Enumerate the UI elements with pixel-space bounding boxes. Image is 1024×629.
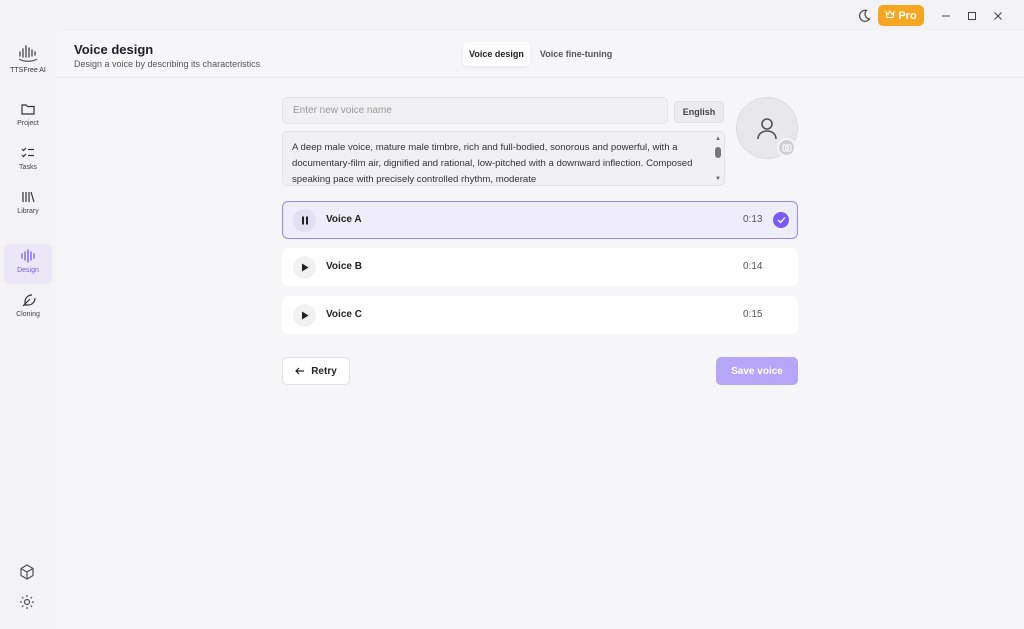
play-button[interactable]: [293, 256, 316, 279]
description-scrollbar[interactable]: ▲ ▼: [713, 133, 723, 185]
arrow-left-icon: [295, 367, 305, 375]
voice-name: Voice C: [326, 309, 362, 320]
pause-button[interactable]: [293, 209, 316, 232]
scroll-down-icon[interactable]: ▼: [714, 175, 722, 183]
page-title: Voice design: [74, 42, 154, 57]
maximize-icon[interactable]: [963, 7, 981, 25]
sidebar-item-label: Tasks: [19, 164, 37, 171]
voice-duration: 0:15: [743, 309, 763, 320]
voice-card-b[interactable]: Voice B 0:14: [282, 248, 798, 286]
sidebar-item-library[interactable]: Library: [4, 185, 52, 225]
scroll-up-icon[interactable]: ▲: [714, 135, 722, 143]
logo-icon: [0, 45, 56, 63]
cube-icon[interactable]: [18, 563, 38, 583]
sidebar-item-tasks[interactable]: Tasks: [4, 141, 52, 181]
sidebar-item-label: Cloning: [16, 311, 40, 318]
sidebar-item-design[interactable]: Design: [4, 244, 52, 284]
brand-name: TTSFree AI: [10, 67, 46, 74]
voice-card-a[interactable]: Voice A 0:13: [282, 201, 798, 239]
sidebar: TTSFree AI Project Tasks Library Design …: [0, 31, 56, 629]
feather-icon: [22, 294, 36, 307]
voice-card-c[interactable]: Voice C 0:15: [282, 296, 798, 334]
sidebar-item-label: Project: [17, 120, 39, 127]
sidebar-item-cloning[interactable]: Cloning: [4, 288, 52, 328]
check-icon: [773, 212, 789, 228]
moon-icon[interactable]: [856, 8, 872, 24]
sidebar-item-label: Library: [17, 208, 39, 215]
main-panel: Voice design Design a voice by describin…: [56, 31, 1024, 629]
voice-description-text: A deep male voice, mature male timbre, r…: [292, 142, 693, 185]
minimize-icon[interactable]: [937, 7, 955, 25]
pro-label: Pro: [898, 9, 917, 22]
play-icon: [301, 263, 308, 272]
tab-voice-design[interactable]: Voice design: [463, 42, 530, 66]
save-voice-button[interactable]: Save voice: [716, 357, 798, 385]
camera-icon[interactable]: [777, 138, 796, 157]
language-button[interactable]: English: [674, 101, 724, 123]
sidebar-item-project[interactable]: Project: [4, 97, 52, 137]
pause-icon: [301, 216, 308, 225]
crown-icon: [885, 9, 896, 22]
play-button[interactable]: [293, 304, 316, 327]
scroll-thumb[interactable]: [715, 147, 721, 158]
voice-duration: 0:14: [743, 261, 763, 272]
close-icon[interactable]: [989, 7, 1007, 25]
user-icon: [757, 118, 777, 140]
voice-name: Voice B: [326, 261, 362, 272]
voice-duration: 0:13: [743, 214, 763, 225]
brand-logo[interactable]: TTSFree AI: [0, 45, 56, 74]
retry-button[interactable]: Retry: [282, 357, 350, 385]
tab-bar: Voice design Voice fine-tuning: [463, 42, 618, 66]
voice-description-textarea[interactable]: A deep male voice, mature male timbre, r…: [282, 131, 725, 186]
tab-voice-fine-tuning[interactable]: Voice fine-tuning: [534, 42, 618, 66]
page-header: Voice design Design a voice by describin…: [56, 31, 1024, 78]
waveform-icon: [21, 249, 35, 263]
page-subtitle: Design a voice by describing its charact…: [74, 59, 261, 69]
voice-name-input[interactable]: [282, 97, 668, 124]
voice-name: Voice A: [326, 214, 362, 225]
pro-button[interactable]: Pro: [878, 5, 924, 26]
folder-icon: [21, 104, 35, 115]
library-icon: [22, 191, 35, 203]
retry-label: Retry: [311, 365, 337, 377]
sidebar-item-label: Design: [17, 267, 39, 274]
tasks-icon: [21, 147, 34, 158]
play-icon: [301, 311, 308, 320]
title-bar: Pro: [0, 0, 1024, 31]
gear-icon[interactable]: [18, 593, 38, 613]
